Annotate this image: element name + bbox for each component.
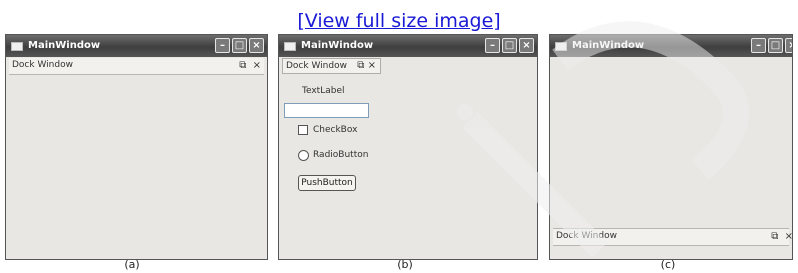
app-icon [11, 42, 23, 51]
caption-b: (b) [397, 258, 413, 271]
minimize-button[interactable]: – [751, 38, 766, 53]
dock-widget-titlebar[interactable]: Dock Window ⧉ × [9, 58, 264, 75]
main-window-c: MainWindow – □ × Dock Window ⧉ × [549, 34, 793, 260]
checkbox[interactable] [298, 125, 308, 135]
float-icon[interactable]: ⧉ [771, 231, 778, 242]
main-window-b: MainWindow – □ × Dock Window ⧉ × TextLab… [278, 34, 538, 260]
caption-c: (c) [660, 258, 676, 271]
checkbox-label: CheckBox [313, 125, 358, 135]
close-icon[interactable]: × [253, 60, 261, 71]
float-icon[interactable]: ⧉ [239, 60, 246, 71]
close-icon[interactable]: × [785, 231, 792, 242]
close-button[interactable]: × [249, 38, 264, 53]
float-icon[interactable]: ⧉ [357, 60, 364, 71]
maximize-button[interactable]: □ [768, 38, 783, 53]
title-bar: MainWindow – □ × [550, 35, 792, 57]
dock-widget-tab[interactable]: Dock Window ⧉ × [282, 58, 381, 74]
dock-widget-titlebar[interactable]: Dock Window ⧉ × [553, 228, 792, 246]
view-full-size-link[interactable]: [View full size image] [0, 8, 798, 34]
dock-title: Dock Window [286, 61, 347, 71]
minimize-button[interactable]: – [215, 38, 230, 53]
text-label: TextLabel [302, 86, 345, 96]
close-button[interactable]: × [785, 38, 792, 53]
push-button[interactable]: PushButton [298, 175, 356, 191]
minimize-button[interactable]: – [485, 38, 500, 53]
app-icon [284, 42, 296, 51]
maximize-button[interactable]: □ [502, 38, 517, 53]
window-title: MainWindow [301, 40, 374, 51]
caption-a: (a) [124, 258, 140, 271]
radio-label: RadioButton [313, 150, 369, 160]
dock-title: Dock Window [12, 60, 73, 70]
line-edit[interactable] [284, 103, 369, 118]
main-window-a: MainWindow – □ × Dock Window ⧉ × [5, 34, 268, 260]
app-icon [555, 42, 567, 51]
close-icon[interactable]: × [368, 60, 376, 71]
title-bar: MainWindow – □ × [279, 35, 537, 57]
dock-title: Dock Window [556, 231, 617, 241]
maximize-button[interactable]: □ [232, 38, 247, 53]
title-bar: MainWindow – □ × [6, 35, 267, 57]
window-title: MainWindow [28, 40, 101, 51]
window-title: MainWindow [572, 40, 645, 51]
close-button[interactable]: × [519, 38, 534, 53]
radio-button[interactable] [298, 150, 309, 161]
